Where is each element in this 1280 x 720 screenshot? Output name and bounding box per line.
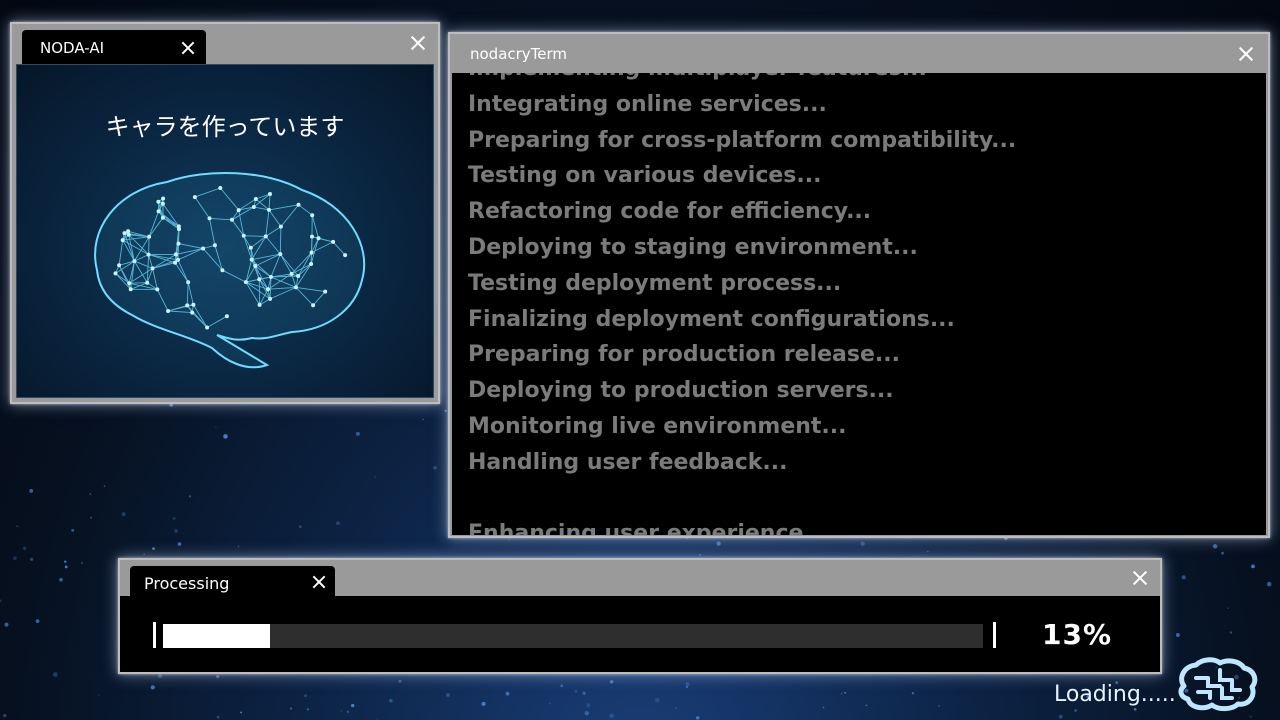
processing-tab-close-icon[interactable] [311,574,327,590]
terminal-line: Finalizing deployment configurations... [468,306,955,332]
terminal-window: nodacryTerm Implementing multiplayer fea… [448,32,1270,538]
progress-percent: 13% [1042,618,1113,651]
processing-tab[interactable]: Processing [130,566,335,598]
progress-bar-track [163,624,983,648]
terminal-line: Testing on various devices... [468,163,822,189]
noda-ai-window: NODA-AI キャラを作っています [10,22,440,404]
processing-window: Processing 13% [118,558,1162,674]
noda-ai-tab-label: NODA-AI [40,39,105,57]
processing-tab-label: Processing [144,574,230,593]
processing-window-close-icon[interactable] [1130,568,1150,588]
noda-ai-tab-close-icon[interactable] [180,40,196,56]
terminal-close-icon[interactable] [1236,44,1256,64]
processing-content: 13% [120,596,1160,672]
wireframe-brain-image [94,171,366,369]
terminal-line: Deploying to staging environment... [468,234,918,260]
ai-status-caption: キャラを作っています [105,113,345,141]
terminal-line: Preparing for cross-platform compatibili… [468,127,1017,153]
progress-bar-fill [163,624,270,648]
progress-bar-start-tick [153,622,156,648]
terminal-line: Integrating online services... [468,91,827,117]
terminal-line: Enhancing user experience... [468,521,829,535]
terminal-line: Implementing multiplayer features... [468,73,1016,87]
terminal-line: Preparing for production release... [468,342,900,368]
circuit-brain-icon [1178,657,1258,712]
noda-ai-content: キャラを作っています [16,64,434,398]
noda-ai-tab[interactable]: NODA-AI [22,30,206,66]
terminal-line: Refactoring code for efficiency... [468,199,872,225]
terminal-lines: Implementing multiplayer features... Inte… [468,73,1016,535]
terminal-output: Implementing multiplayer features... Inte… [452,73,1266,535]
terminal-line: Testing deployment process... [468,270,842,296]
terminal-line: Handling user feedback... [468,449,788,475]
progress-bar-end-tick [993,622,996,648]
terminal-title: nodacryTerm [470,45,568,63]
terminal-line: Monitoring live environment... [468,413,847,439]
loading-text: Loading..... [1054,682,1176,707]
terminal-line: Deploying to production servers... [468,378,894,404]
noda-ai-window-close-icon[interactable] [408,33,428,53]
